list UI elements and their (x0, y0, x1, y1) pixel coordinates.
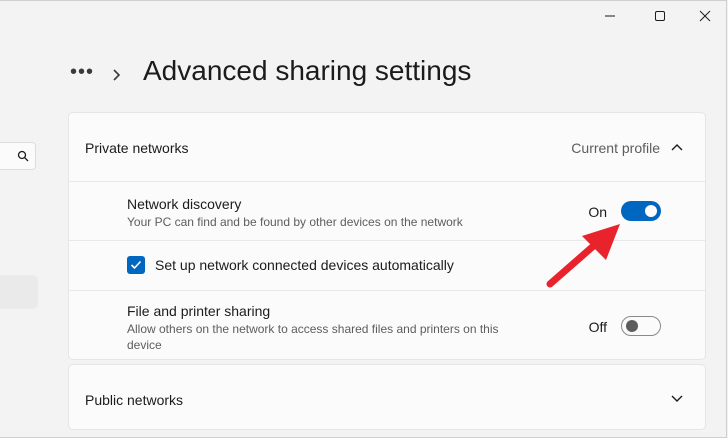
breadcrumb: ••• (70, 58, 122, 92)
search-icon (17, 150, 29, 162)
checkmark-icon (130, 260, 142, 270)
network-discovery-description: Your PC can find and be found by other d… (127, 215, 463, 229)
page-title: Advanced sharing settings (143, 55, 472, 86)
minimize-icon (605, 15, 615, 17)
red-arrow-annotation (546, 224, 620, 288)
chevron-down-icon[interactable] (665, 387, 689, 411)
file-printer-sharing-description: Allow others on the network to access sh… (127, 322, 499, 352)
public-networks-card[interactable]: Public networks (68, 364, 706, 430)
private-networks-title: Private networks (85, 140, 189, 156)
auto-setup-label[interactable]: Set up network connected devices automat… (155, 257, 454, 273)
breadcrumb-more-button[interactable]: ••• (70, 61, 94, 84)
sidebar-item-selected[interactable] (0, 275, 38, 309)
file-printer-sharing-row: File and printer sharing Allow others on… (69, 291, 705, 361)
chevron-up-icon[interactable] (665, 135, 689, 159)
toggle-knob (626, 320, 638, 332)
auto-setup-checkbox[interactable] (127, 256, 145, 274)
file-printer-sharing-state-label: Off (588, 319, 607, 335)
search-box[interactable] (0, 142, 36, 170)
close-icon (699, 10, 711, 22)
network-discovery-title: Network discovery (127, 196, 242, 212)
maximize-button[interactable] (640, 0, 680, 32)
network-discovery-toggle[interactable] (621, 201, 661, 221)
file-printer-sharing-toggle[interactable] (621, 316, 661, 336)
current-profile-label: Current profile (571, 140, 660, 156)
public-networks-title: Public networks (85, 392, 184, 408)
network-discovery-state-label: On (588, 204, 607, 220)
maximize-icon (655, 11, 665, 21)
file-printer-sharing-title: File and printer sharing (127, 303, 271, 319)
close-button[interactable] (685, 0, 725, 32)
private-networks-header[interactable]: Private networks Current profile (69, 113, 705, 181)
minimize-button[interactable] (590, 0, 630, 32)
breadcrumb-chevron-icon (112, 68, 122, 82)
toggle-knob (645, 205, 657, 217)
